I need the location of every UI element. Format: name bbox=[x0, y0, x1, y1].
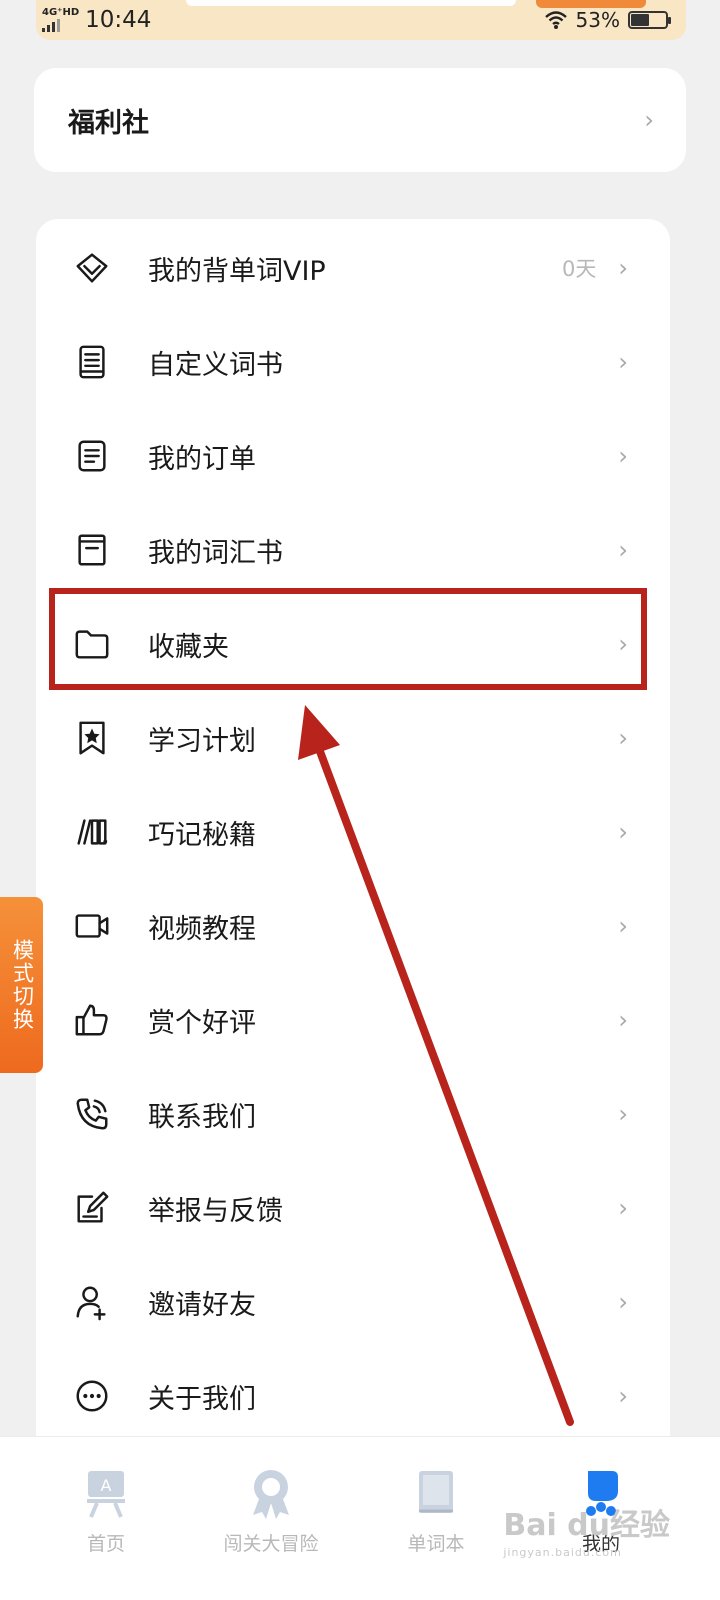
menu-item[interactable]: 巧记秘籍 › bbox=[36, 785, 670, 879]
menu-item-right: › bbox=[618, 1006, 628, 1034]
network-type: 4G⁺HD bbox=[42, 7, 80, 18]
battery-fill bbox=[631, 14, 650, 26]
home-board-icon: A bbox=[87, 1471, 125, 1518]
nav-item-home[interactable]: A 首页 bbox=[36, 1467, 176, 1577]
wordbook-icon bbox=[419, 1471, 453, 1513]
mode-switch-tab[interactable]: 模式切换 bbox=[0, 897, 43, 1073]
battery-percent: 53% bbox=[575, 8, 620, 32]
menu-item-right: › bbox=[618, 536, 628, 564]
chevron-right-icon: › bbox=[618, 536, 628, 564]
menu-item-label: 我的词汇书 bbox=[148, 537, 283, 569]
notebook-icon bbox=[72, 342, 112, 382]
menu-item-label: 邀请好友 bbox=[148, 1289, 256, 1321]
menu-item-label: 视频教程 bbox=[148, 913, 256, 945]
nav-label: 闯关大冒险 bbox=[223, 1533, 319, 1555]
menu-item[interactable]: 邀请好友 › bbox=[36, 1255, 670, 1349]
chevron-right-icon: › bbox=[618, 1288, 628, 1316]
chevron-right-icon: › bbox=[618, 348, 628, 376]
add-user-icon bbox=[72, 1282, 112, 1322]
clock: 10:44 bbox=[85, 7, 152, 33]
menu-item[interactable]: 我的背单词VIP 0天 › bbox=[36, 221, 670, 315]
phone-icon bbox=[72, 1094, 112, 1134]
menu-item[interactable]: 举报与反馈 › bbox=[36, 1161, 670, 1255]
books-icon bbox=[72, 812, 112, 852]
menu-item-right: 0天 › bbox=[562, 253, 628, 283]
watermark-text: Bai du经验 bbox=[503, 1508, 670, 1543]
document-icon bbox=[72, 436, 112, 476]
menu-item-right: › bbox=[618, 724, 628, 752]
welfare-card[interactable]: 福利社 › bbox=[34, 68, 686, 172]
medal-icon bbox=[253, 1470, 289, 1519]
nav-label: 首页 bbox=[86, 1533, 125, 1555]
status-decoration-orange bbox=[536, 0, 646, 8]
menu-item-label: 联系我们 bbox=[148, 1101, 256, 1133]
more-circle-icon bbox=[72, 1376, 112, 1416]
menu-item[interactable]: 我的词汇书 › bbox=[36, 503, 670, 597]
thumbs-up-icon bbox=[72, 1000, 112, 1040]
bookmark-star-icon bbox=[72, 718, 112, 758]
menu-list: 我的背单词VIP 0天 › 自定义词书 › 我的订单 › 我的词汇书 › 收藏夹 › 学习计划 › 巧记秘… bbox=[36, 219, 670, 1459]
nav-item-wordbook[interactable]: 单词本 bbox=[366, 1467, 506, 1577]
menu-item[interactable]: 联系我们 › bbox=[36, 1067, 670, 1161]
nav-item-adventure[interactable]: 闯关大冒险 bbox=[201, 1467, 341, 1577]
menu-item-right: › bbox=[618, 912, 628, 940]
menu-item-label: 我的背单词VIP bbox=[148, 255, 326, 287]
chevron-right-icon: › bbox=[618, 1194, 628, 1222]
menu-item-right: › bbox=[618, 1382, 628, 1410]
chevron-right-icon: › bbox=[644, 106, 654, 134]
svg-text:A: A bbox=[101, 1476, 112, 1495]
highlight-box bbox=[49, 588, 647, 690]
wifi-icon bbox=[544, 11, 567, 29]
book-icon bbox=[72, 530, 112, 570]
menu-item-right: › bbox=[618, 442, 628, 470]
welfare-title: 福利社 bbox=[68, 107, 149, 139]
signal-icon bbox=[42, 18, 60, 32]
menu-item[interactable]: 赏个好评 › bbox=[36, 973, 670, 1067]
chevron-right-icon: › bbox=[618, 1100, 628, 1128]
chevron-right-icon: › bbox=[618, 724, 628, 752]
menu-item-extra: 0天 bbox=[562, 257, 597, 281]
menu-item-label: 自定义词书 bbox=[148, 349, 283, 381]
menu-item-label: 关于我们 bbox=[148, 1383, 256, 1415]
menu-item-label: 我的订单 bbox=[148, 443, 256, 475]
chevron-right-icon: › bbox=[618, 1382, 628, 1410]
menu-item[interactable]: 我的订单 › bbox=[36, 409, 670, 503]
network-indicator: 4G⁺HD bbox=[42, 8, 79, 32]
menu-item-label: 举报与反馈 bbox=[148, 1195, 283, 1227]
menu-item-label: 学习计划 bbox=[148, 725, 256, 757]
menu-item[interactable]: 自定义词书 › bbox=[36, 315, 670, 409]
status-right: 53% bbox=[544, 8, 671, 32]
diamond-icon bbox=[72, 248, 112, 288]
menu-item-right: › bbox=[618, 1194, 628, 1222]
menu-item-right: › bbox=[618, 1100, 628, 1128]
menu-item[interactable]: 关于我们 › bbox=[36, 1349, 670, 1443]
menu-item-right: › bbox=[618, 348, 628, 376]
video-camera-icon bbox=[72, 906, 112, 946]
menu-item-right: › bbox=[618, 1288, 628, 1316]
watermark-sub: jingyan.baidu.com bbox=[503, 1546, 622, 1559]
battery-icon bbox=[628, 11, 671, 29]
chevron-right-icon: › bbox=[618, 1006, 628, 1034]
menu-item[interactable]: 学习计划 › bbox=[36, 691, 670, 785]
menu-item-label: 赏个好评 bbox=[148, 1007, 256, 1039]
status-bar: 4G⁺HD 10:44 53% bbox=[36, 0, 686, 40]
chevron-right-icon: › bbox=[618, 254, 628, 282]
nav-label: 单词本 bbox=[407, 1533, 465, 1555]
menu-item-label: 巧记秘籍 bbox=[148, 819, 256, 851]
menu-item-right: › bbox=[618, 818, 628, 846]
chevron-right-icon: › bbox=[618, 912, 628, 940]
menu-item[interactable]: 视频教程 › bbox=[36, 879, 670, 973]
chevron-right-icon: › bbox=[618, 442, 628, 470]
status-left: 4G⁺HD 10:44 bbox=[42, 7, 151, 33]
status-decoration bbox=[186, 0, 516, 6]
chevron-right-icon: › bbox=[618, 818, 628, 846]
edit-icon bbox=[72, 1188, 112, 1228]
watermark: Bai du经验 jingyan.baidu.com bbox=[503, 1500, 670, 1559]
